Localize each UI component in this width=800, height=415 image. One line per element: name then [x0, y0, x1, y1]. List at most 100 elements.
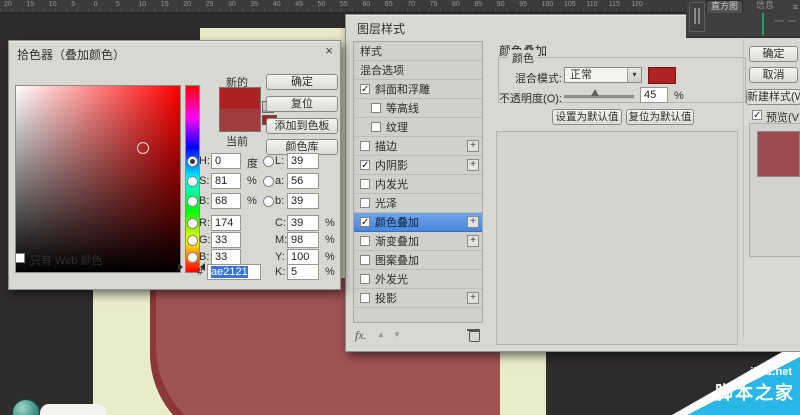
component-radio[interactable]	[187, 218, 198, 229]
component-unit: %	[247, 175, 257, 187]
effect-list-item[interactable]: 光泽	[354, 194, 482, 213]
effect-checkbox[interactable]: ✓	[360, 84, 370, 95]
component-radio[interactable]	[187, 176, 198, 187]
effect-list-item[interactable]: 内发光	[354, 175, 482, 194]
component-radio[interactable]	[187, 156, 198, 167]
dialog-title: 图层样式	[357, 22, 406, 36]
effect-list-item[interactable]: ✓ 内阴影 +	[354, 156, 482, 175]
effect-checkbox[interactable]	[360, 198, 370, 208]
effect-checkbox[interactable]	[371, 103, 381, 113]
component-value-input[interactable]: 100	[287, 249, 319, 265]
opacity-value-input[interactable]: 45	[640, 87, 668, 103]
add-effect-instance-icon[interactable]: +	[467, 140, 479, 152]
component-radio[interactable]	[187, 196, 198, 207]
component-value-input[interactable]: 98	[287, 232, 319, 248]
cancel-button[interactable]: 取消	[749, 67, 798, 83]
effect-label: 图案叠加	[375, 255, 419, 267]
component-value-input[interactable]: 39	[287, 193, 319, 209]
component-value-input[interactable]: 174	[211, 215, 241, 231]
ok-button[interactable]: 确定	[749, 46, 798, 62]
reset-default-button[interactable]: 复位为默认值	[626, 109, 694, 125]
add-effect-instance-icon[interactable]: +	[467, 216, 479, 228]
close-icon[interactable]: ×	[325, 44, 333, 57]
component-value-input[interactable]: 56	[287, 173, 319, 189]
move-effect-up-icon[interactable]: ▲	[377, 330, 385, 339]
effect-list-item[interactable]: 图案叠加	[354, 251, 482, 270]
preview-checkbox[interactable]: ✓	[752, 110, 762, 121]
ruler-number: 55	[340, 1, 348, 8]
hex-input[interactable]: ae2121	[207, 264, 261, 280]
component-radio[interactable]	[187, 235, 198, 246]
component-radio[interactable]	[263, 176, 274, 187]
effect-checkbox[interactable]	[360, 236, 370, 246]
component-value-input[interactable]: 68	[211, 193, 241, 209]
effect-list-item[interactable]: ✓ 颜色叠加 +	[354, 213, 482, 232]
component-value-input[interactable]: 33	[211, 249, 241, 265]
move-effect-down-icon[interactable]: ▼	[393, 330, 401, 339]
effect-list-item[interactable]: 等高线	[354, 99, 482, 118]
component-radio[interactable]	[263, 196, 274, 207]
reset-button[interactable]: 复位	[266, 96, 338, 112]
effect-checkbox[interactable]	[360, 141, 370, 151]
component-value-input[interactable]: 33	[211, 232, 241, 248]
effect-list-item[interactable]: 样式	[354, 42, 482, 61]
effect-checkbox[interactable]: ✓	[360, 160, 370, 171]
effect-list-item[interactable]: 渐变叠加 +	[354, 232, 482, 251]
opacity-slider-thumb[interactable]	[591, 89, 599, 96]
ruler-number: 85	[474, 1, 483, 8]
ruler-number: 45	[295, 1, 303, 8]
fx-icon[interactable]: fx.	[355, 328, 367, 343]
effect-list-item[interactable]: 投影 +	[354, 289, 482, 308]
ok-button[interactable]: 确定	[266, 74, 338, 90]
new-style-button[interactable]: 新建样式(W	[746, 89, 800, 105]
add-effect-instance-icon[interactable]: +	[467, 235, 479, 247]
ruler-number: 20	[183, 1, 191, 8]
effect-list-item[interactable]: ✓ 斜面和浮雕	[354, 80, 482, 99]
effect-checkbox[interactable]	[360, 293, 370, 303]
add-effect-instance-icon[interactable]: +	[467, 292, 479, 304]
ruler-number: 60	[362, 1, 371, 8]
component-radio[interactable]	[187, 252, 198, 263]
current-color-swatch[interactable]	[219, 109, 261, 132]
component-value-input[interactable]: 0	[211, 153, 241, 169]
saturation-brightness-field[interactable]	[15, 85, 181, 273]
effect-list-item[interactable]: 纹理	[354, 118, 482, 137]
panel-collapse-icon[interactable]	[689, 2, 705, 32]
component-value-input[interactable]: 39	[287, 215, 319, 231]
effect-checkbox[interactable]	[360, 274, 370, 284]
effect-checkbox[interactable]	[371, 122, 381, 132]
add-to-swatches-button[interactable]: 添加到色板	[266, 118, 338, 134]
web-colors-only-checkbox[interactable]	[15, 253, 25, 263]
effect-checkbox[interactable]	[360, 255, 370, 265]
effect-list-item[interactable]: 描边 +	[354, 137, 482, 156]
divider	[743, 39, 744, 339]
make-default-button[interactable]: 设置为默认值	[552, 109, 622, 125]
effect-checkbox[interactable]	[360, 179, 370, 189]
component-label: Y:	[275, 251, 285, 263]
blend-mode-dropdown[interactable]: 正常 ▾	[564, 67, 642, 83]
component-value-input[interactable]: 81	[211, 173, 241, 189]
component-radio[interactable]	[263, 156, 274, 167]
color-field-marker[interactable]	[137, 142, 149, 154]
component-label: C:	[275, 217, 286, 229]
add-effect-instance-icon[interactable]: +	[467, 159, 479, 171]
opacity-slider-track[interactable]	[564, 95, 634, 99]
panel-menu-icon[interactable]: ≡	[793, 2, 798, 12]
ruler-number: 15	[26, 1, 35, 8]
ruler-number: 65	[384, 1, 393, 8]
effect-label: 外发光	[375, 274, 408, 286]
ruler-number: 120	[631, 1, 643, 8]
component-value-input[interactable]: 5	[287, 264, 319, 280]
ruler-number: 5	[71, 1, 76, 8]
overlay-color-swatch[interactable]	[648, 67, 676, 84]
effect-list-item[interactable]: 混合选项	[354, 61, 482, 80]
horizontal-ruler: 20 15 10 5 0 5 10 15 20 25 30 35 40 45 50 55 60 65 70 75 80 8…	[0, 0, 686, 13]
effect-label: 投影	[375, 293, 397, 305]
component-label: H:	[199, 155, 210, 167]
delete-effect-icon[interactable]	[467, 329, 480, 342]
effect-checkbox[interactable]: ✓	[360, 217, 370, 228]
tab-histogram[interactable]: 直方图	[706, 0, 744, 13]
tab-info[interactable]: 信息	[752, 0, 778, 12]
effect-list-item[interactable]: 外发光	[354, 270, 482, 289]
component-value-input[interactable]: 39	[287, 153, 319, 169]
